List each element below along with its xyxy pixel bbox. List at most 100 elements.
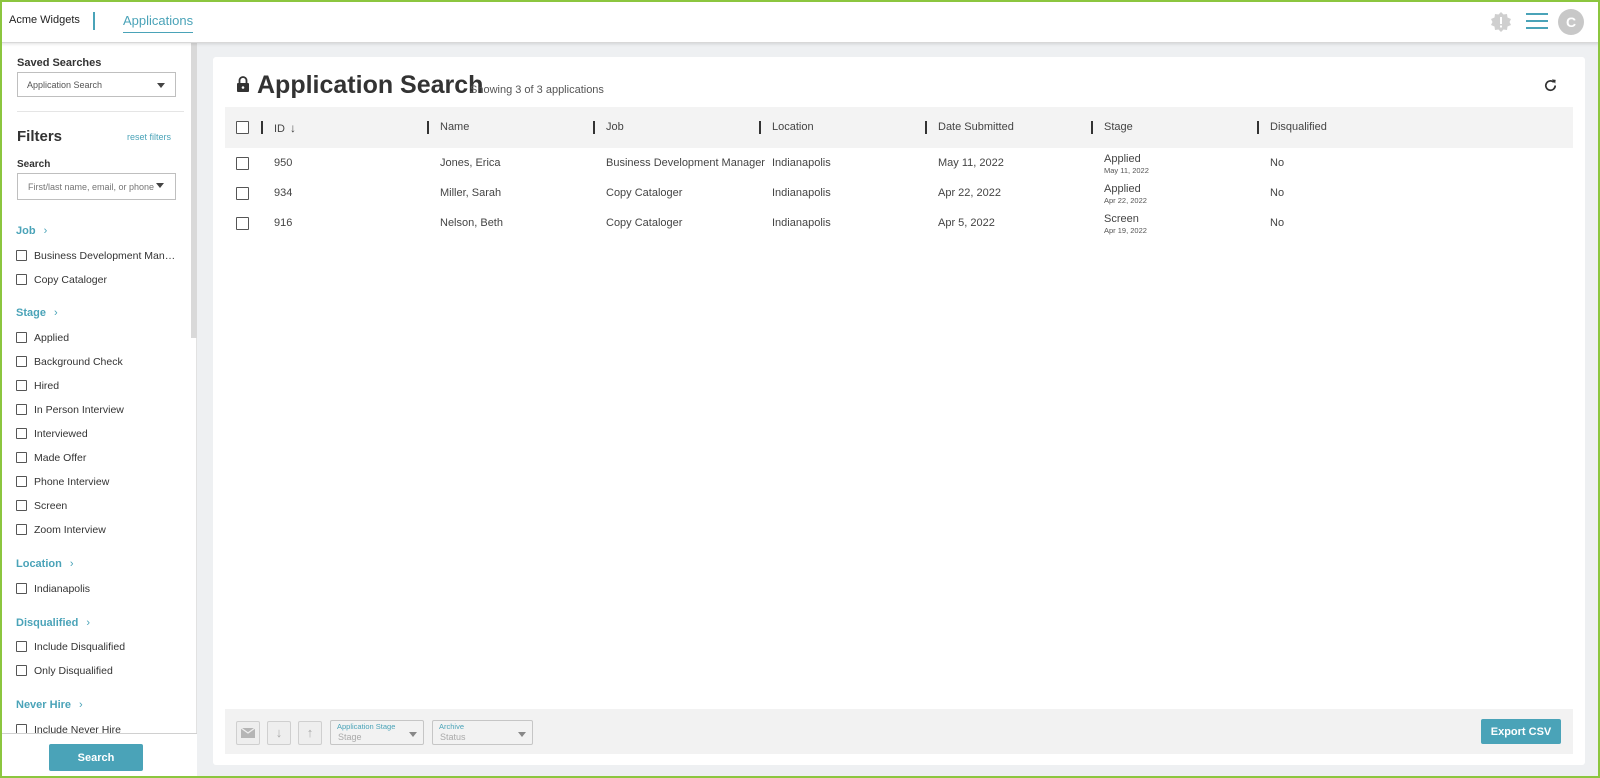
cell-job: Business Development Manager bbox=[606, 157, 765, 169]
filter-section-stage[interactable]: Stage › bbox=[16, 307, 58, 319]
filter-option[interactable]: Background Check bbox=[16, 356, 176, 368]
filter-option-label: Interviewed bbox=[34, 428, 88, 440]
column-header-location[interactable]: Location bbox=[772, 121, 814, 133]
cell-disqualified: No bbox=[1270, 187, 1285, 199]
chevron-down-icon[interactable] bbox=[156, 183, 164, 188]
filter-option[interactable]: Zoom Interview bbox=[16, 524, 176, 536]
filter-option-label: Indianapolis bbox=[34, 583, 91, 595]
chevron-right-icon: › bbox=[79, 699, 83, 711]
checkbox[interactable] bbox=[16, 404, 27, 415]
chevron-right-icon: › bbox=[43, 225, 48, 237]
hamburger-menu-icon[interactable] bbox=[1526, 13, 1548, 31]
top-bar: Acme Widgets Applications C bbox=[0, 0, 1600, 43]
column-resize-handle[interactable] bbox=[925, 121, 927, 134]
column-resize-handle[interactable] bbox=[1091, 121, 1093, 134]
cell-name[interactable]: Miller, Sarah bbox=[440, 187, 501, 199]
lock-icon bbox=[237, 76, 249, 92]
column-resize-handle[interactable] bbox=[427, 121, 429, 134]
cell-stage: Applied bbox=[1104, 183, 1141, 195]
checkbox[interactable] bbox=[16, 524, 27, 535]
alert-icon[interactable] bbox=[1490, 11, 1512, 33]
reset-filters-link[interactable]: reset filters bbox=[127, 132, 171, 142]
search-input[interactable] bbox=[17, 173, 176, 200]
filter-option[interactable]: Indianapolis bbox=[16, 583, 176, 595]
checkbox[interactable] bbox=[16, 500, 27, 511]
refresh-icon[interactable] bbox=[1543, 78, 1558, 93]
cell-date-submitted: Apr 5, 2022 bbox=[938, 217, 995, 229]
checkbox[interactable] bbox=[16, 332, 27, 343]
filter-option[interactable]: Business Development Manager bbox=[16, 250, 176, 262]
column-header-id[interactable]: ID ↓ bbox=[274, 121, 296, 135]
column-header-stage[interactable]: Stage bbox=[1104, 121, 1133, 133]
column-resize-handle[interactable] bbox=[593, 121, 595, 134]
column-header-name[interactable]: Name bbox=[440, 121, 469, 133]
filter-section-never-hire[interactable]: Never Hire › bbox=[16, 699, 83, 711]
email-button[interactable] bbox=[236, 721, 260, 745]
filter-option[interactable]: In Person Interview bbox=[16, 404, 176, 416]
filter-option[interactable]: Phone Interview bbox=[16, 476, 176, 488]
row-checkbox[interactable] bbox=[236, 187, 249, 200]
avatar[interactable]: C bbox=[1558, 9, 1584, 35]
checkbox[interactable] bbox=[16, 641, 27, 652]
filter-section-title: Stage bbox=[16, 307, 46, 319]
sidebar-divider bbox=[17, 111, 184, 112]
filter-section-location[interactable]: Location › bbox=[16, 558, 74, 570]
checkbox[interactable] bbox=[16, 380, 27, 391]
filter-section-title: Location bbox=[16, 558, 62, 570]
move-up-button[interactable]: ↑ bbox=[298, 721, 322, 745]
checkbox[interactable] bbox=[16, 665, 27, 676]
checkbox[interactable] bbox=[16, 452, 27, 463]
cell-name[interactable]: Nelson, Beth bbox=[440, 217, 503, 229]
filter-section-title: Job bbox=[16, 225, 36, 237]
column-header-disqualified[interactable]: Disqualified bbox=[1270, 121, 1327, 133]
filter-option[interactable]: Screen bbox=[16, 500, 176, 512]
cell-stage-date: May 11, 2022 bbox=[1104, 166, 1149, 175]
search-button[interactable]: Search bbox=[49, 744, 143, 771]
filter-option[interactable]: Interviewed bbox=[16, 428, 176, 440]
filter-option[interactable]: Copy Cataloger bbox=[16, 274, 176, 286]
cell-location: Indianapolis bbox=[772, 187, 831, 199]
archive-status-select[interactable]: Archive Status bbox=[432, 720, 533, 745]
filter-option[interactable]: Hired bbox=[16, 380, 176, 392]
checkbox[interactable] bbox=[16, 583, 27, 594]
column-resize-handle[interactable] bbox=[1257, 121, 1259, 134]
cell-id[interactable]: 916 bbox=[274, 217, 292, 229]
envelope-icon bbox=[240, 727, 256, 738]
column-resize-handle[interactable] bbox=[759, 121, 761, 134]
chevron-down-icon bbox=[157, 83, 165, 88]
filter-section-title: Disqualified bbox=[16, 617, 79, 629]
column-resize-handle[interactable] bbox=[261, 121, 263, 134]
application-stage-select[interactable]: Application Stage Stage bbox=[330, 720, 424, 745]
row-checkbox[interactable] bbox=[236, 217, 249, 230]
search-label: Search bbox=[17, 159, 51, 170]
checkbox[interactable] bbox=[16, 356, 27, 367]
select-all-checkbox[interactable] bbox=[236, 121, 249, 134]
column-header-date-submitted[interactable]: Date Submitted bbox=[938, 121, 1014, 133]
checkbox[interactable] bbox=[16, 428, 27, 439]
column-header-job[interactable]: Job bbox=[606, 121, 624, 133]
filter-option[interactable]: Applied bbox=[16, 332, 176, 344]
filter-section-disqualified[interactable]: Disqualified › bbox=[16, 617, 90, 629]
saved-search-select[interactable]: Application Search bbox=[17, 72, 176, 97]
checkbox[interactable] bbox=[16, 274, 27, 285]
chevron-down-icon bbox=[409, 732, 417, 737]
filter-option[interactable]: Include Disqualified bbox=[16, 641, 176, 653]
sidebar-scrollbar[interactable] bbox=[191, 43, 197, 338]
filter-sidebar: Saved Searches Application Search Filter… bbox=[0, 43, 197, 778]
cell-job: Copy Cataloger bbox=[606, 217, 683, 229]
saved-search-value: Application Search bbox=[27, 80, 103, 90]
filter-section-job[interactable]: Job › bbox=[16, 225, 47, 237]
filter-option[interactable]: Made Offer bbox=[16, 452, 176, 464]
export-csv-button[interactable]: Export CSV bbox=[1481, 719, 1561, 744]
checkbox[interactable] bbox=[16, 476, 27, 487]
arrow-up-icon: ↑ bbox=[306, 725, 314, 740]
cell-name[interactable]: Jones, Erica bbox=[440, 157, 501, 169]
move-down-button[interactable]: ↓ bbox=[267, 721, 291, 745]
chevron-down-icon bbox=[518, 732, 526, 737]
cell-id[interactable]: 950 bbox=[274, 157, 292, 169]
filter-option[interactable]: Only Disqualified bbox=[16, 665, 176, 677]
tab-applications[interactable]: Applications bbox=[123, 13, 194, 33]
row-checkbox[interactable] bbox=[236, 157, 249, 170]
cell-id[interactable]: 934 bbox=[274, 187, 292, 199]
checkbox[interactable] bbox=[16, 250, 27, 261]
